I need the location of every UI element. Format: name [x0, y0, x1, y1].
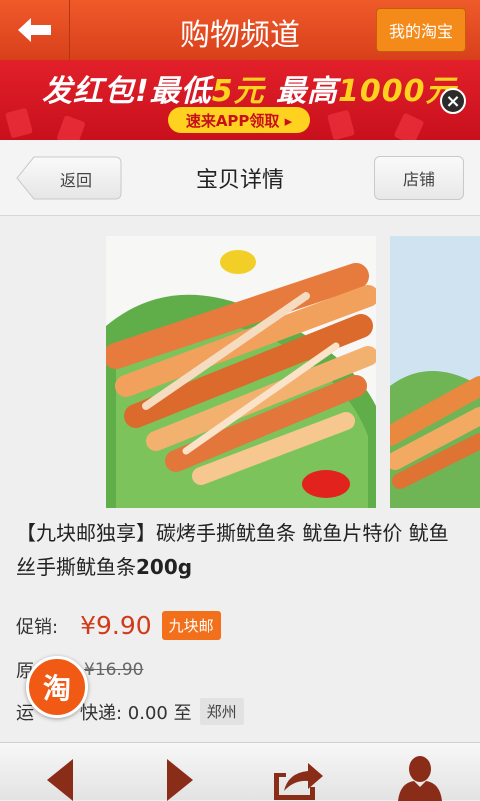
back-arrow-button[interactable]: [0, 0, 70, 60]
banner-close-button[interactable]: ×: [440, 88, 466, 114]
next-button[interactable]: [140, 743, 220, 801]
banner-headline: 发红包!最低5元 最高1000元: [42, 66, 457, 110]
promo-label: 促销:: [16, 616, 59, 638]
arrow-right-icon: [167, 759, 193, 801]
product-gallery[interactable]: [0, 236, 480, 508]
product-title: 【九块邮独享】碳烤手撕鱿鱼条 鱿鱼片特价 鱿鱼丝手撕鱿鱼条200g: [16, 516, 466, 584]
back-arrow-icon: [17, 18, 51, 42]
shipping-value: 快递: 0.00 至: [80, 702, 192, 724]
squid-strips-image: [106, 236, 376, 508]
red-envelope-icon: [5, 107, 33, 139]
original-price: ¥16.90: [84, 660, 144, 680]
taobao-float-button[interactable]: 淘: [26, 656, 88, 718]
prev-button[interactable]: [20, 743, 100, 801]
banner-text: 发红包!最低: [42, 74, 212, 109]
share-button[interactable]: [258, 743, 338, 801]
red-envelope-icon: [56, 115, 86, 140]
product-photo-next[interactable]: [390, 236, 480, 508]
banner-highlight: 1000元: [338, 74, 457, 109]
banner-text: 最高: [264, 74, 339, 109]
detail-header: 返回 宝贝详情 店铺: [0, 140, 480, 216]
city-selector[interactable]: 郑州: [199, 698, 244, 725]
shop-button[interactable]: 店铺: [374, 156, 464, 200]
product-photo[interactable]: [106, 236, 376, 508]
account-button[interactable]: [380, 743, 460, 801]
banner-cta-button[interactable]: 速来APP领取 ▸: [168, 107, 310, 133]
squid-strips-image: [390, 236, 480, 508]
bottom-toolbar: [0, 742, 480, 801]
product-title-text: 【九块邮独享】碳烤手撕鱿鱼条 鱿鱼片特价 鱿鱼丝手撕鱿鱼条: [16, 521, 449, 579]
red-envelope-icon: [393, 112, 425, 140]
promo-price-row: 促销: ¥9.90 九块邮: [16, 611, 221, 640]
promo-price: ¥9.90: [80, 611, 152, 640]
promo-banner[interactable]: 发红包!最低5元 最高1000元 速来APP领取 ▸: [0, 60, 480, 140]
nine-yuan-tag: 九块邮: [161, 611, 221, 640]
banner-highlight: 5元: [211, 74, 265, 109]
share-icon: [274, 763, 323, 800]
my-taobao-button[interactable]: 我的淘宝: [376, 8, 466, 52]
top-bar: 购物频道 我的淘宝: [0, 0, 480, 60]
arrow-left-icon: [47, 759, 73, 801]
user-icon: [398, 756, 442, 801]
product-weight: 200g: [136, 555, 193, 579]
red-envelope-icon: [327, 109, 355, 140]
